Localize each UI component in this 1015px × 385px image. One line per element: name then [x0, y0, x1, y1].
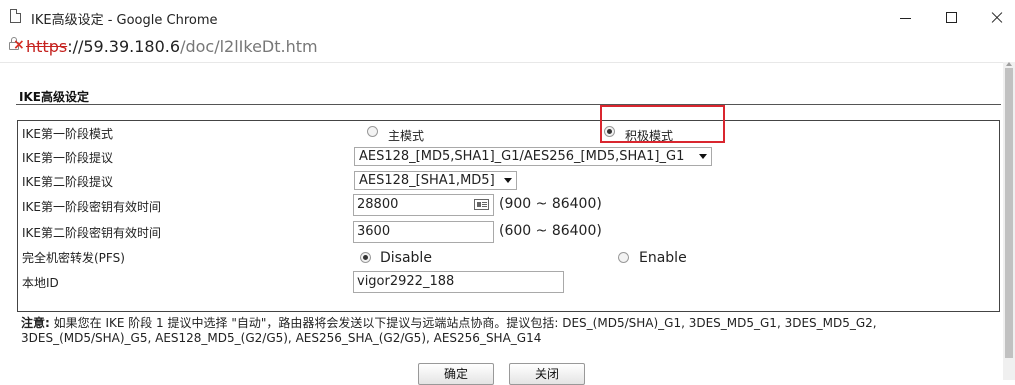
main-mode-radio[interactable]: [367, 126, 378, 137]
minimize-icon[interactable]: [884, 4, 924, 30]
pfs-disable-radio[interactable]: [360, 252, 371, 263]
phase1-proposal-value: AES128_[MD5,SHA1]_G1/AES256_[MD5,SHA1]_G…: [359, 149, 685, 164]
title-bar: IKE高级设定 - Google Chrome: [0, 0, 1015, 34]
phase2-lifetime-label: IKE第二阶段密钥有效时间: [22, 226, 161, 240]
phase1-proposal-label: IKE第一阶段提议: [22, 151, 113, 165]
ok-button[interactable]: 确定: [418, 363, 494, 385]
local-id-value: vigor2922_188: [357, 274, 455, 289]
phase2-proposal-label: IKE第二阶段提议: [22, 175, 113, 189]
phase2-lifetime-range: (600 ~ 86400): [499, 223, 602, 239]
note-body: 如果您在 IKE 阶段 1 提议中选择 "自动"，路由器将会发送以下提议与远端站…: [21, 316, 877, 345]
scrollbar-thumb[interactable]: [1005, 68, 1013, 358]
local-id-label: 本地ID: [22, 276, 59, 290]
address-bar[interactable]: × https://59.39.180.6/doc/l2lIkeDt.htm: [0, 34, 1015, 63]
phase2-proposal-value: AES128_[SHA1,MD5]: [359, 173, 495, 188]
scroll-up-icon[interactable]: [1006, 62, 1012, 66]
phase1-lifetime-value: 28800: [357, 197, 399, 212]
section-divider: [16, 104, 1001, 105]
not-secure-icon: ×: [13, 37, 25, 53]
url-path: /doc/l2lIkeDt.htm: [180, 37, 318, 56]
local-id-input[interactable]: vigor2922_188: [353, 271, 564, 293]
url-scheme: https: [26, 37, 68, 56]
phase2-proposal-select[interactable]: AES128_[SHA1,MD5]: [354, 171, 517, 190]
pfs-enable-radio[interactable]: [618, 252, 629, 263]
dropdown-arrow-icon: [504, 178, 512, 183]
phase2-lifetime-value: 3600: [357, 224, 391, 239]
note-text: 注意: 如果您在 IKE 阶段 1 提议中选择 "自动"，路由器将会发送以下提议…: [21, 316, 996, 346]
url-text[interactable]: https://59.39.180.6/doc/l2lIkeDt.htm: [26, 37, 318, 56]
pfs-label: 完全机密转发(PFS): [22, 251, 125, 265]
phase1-lifetime-input[interactable]: 28800: [353, 194, 494, 216]
close-button[interactable]: 关闭: [509, 363, 585, 385]
close-icon[interactable]: [978, 4, 1015, 30]
phase2-lifetime-input[interactable]: 3600: [353, 221, 494, 243]
section-title: IKE高级设定: [19, 90, 89, 104]
highlight-annotation: [600, 105, 725, 143]
phase1-lifetime-label: IKE第一阶段密钥有效时间: [22, 200, 161, 214]
pfs-enable-label[interactable]: Enable: [639, 250, 687, 266]
phase1-lifetime-range: (900 ~ 86400): [499, 196, 602, 212]
phase1-mode-label: IKE第一阶段模式: [22, 127, 113, 141]
contact-card-icon[interactable]: [474, 199, 489, 210]
page-icon: [10, 9, 21, 23]
pfs-disable-label[interactable]: Disable: [380, 250, 432, 266]
phase1-proposal-select[interactable]: AES128_[MD5,SHA1]_G1/AES256_[MD5,SHA1]_G…: [354, 147, 712, 166]
maximize-icon[interactable]: [932, 4, 972, 30]
vertical-scrollbar[interactable]: [1003, 62, 1015, 380]
window-title: IKE高级设定 - Google Chrome: [31, 13, 218, 28]
url-host: ://59.39.180.6: [67, 37, 181, 56]
dropdown-arrow-icon: [699, 154, 707, 159]
note-prefix: 注意:: [21, 316, 50, 330]
main-mode-label[interactable]: 主模式: [388, 127, 424, 144]
